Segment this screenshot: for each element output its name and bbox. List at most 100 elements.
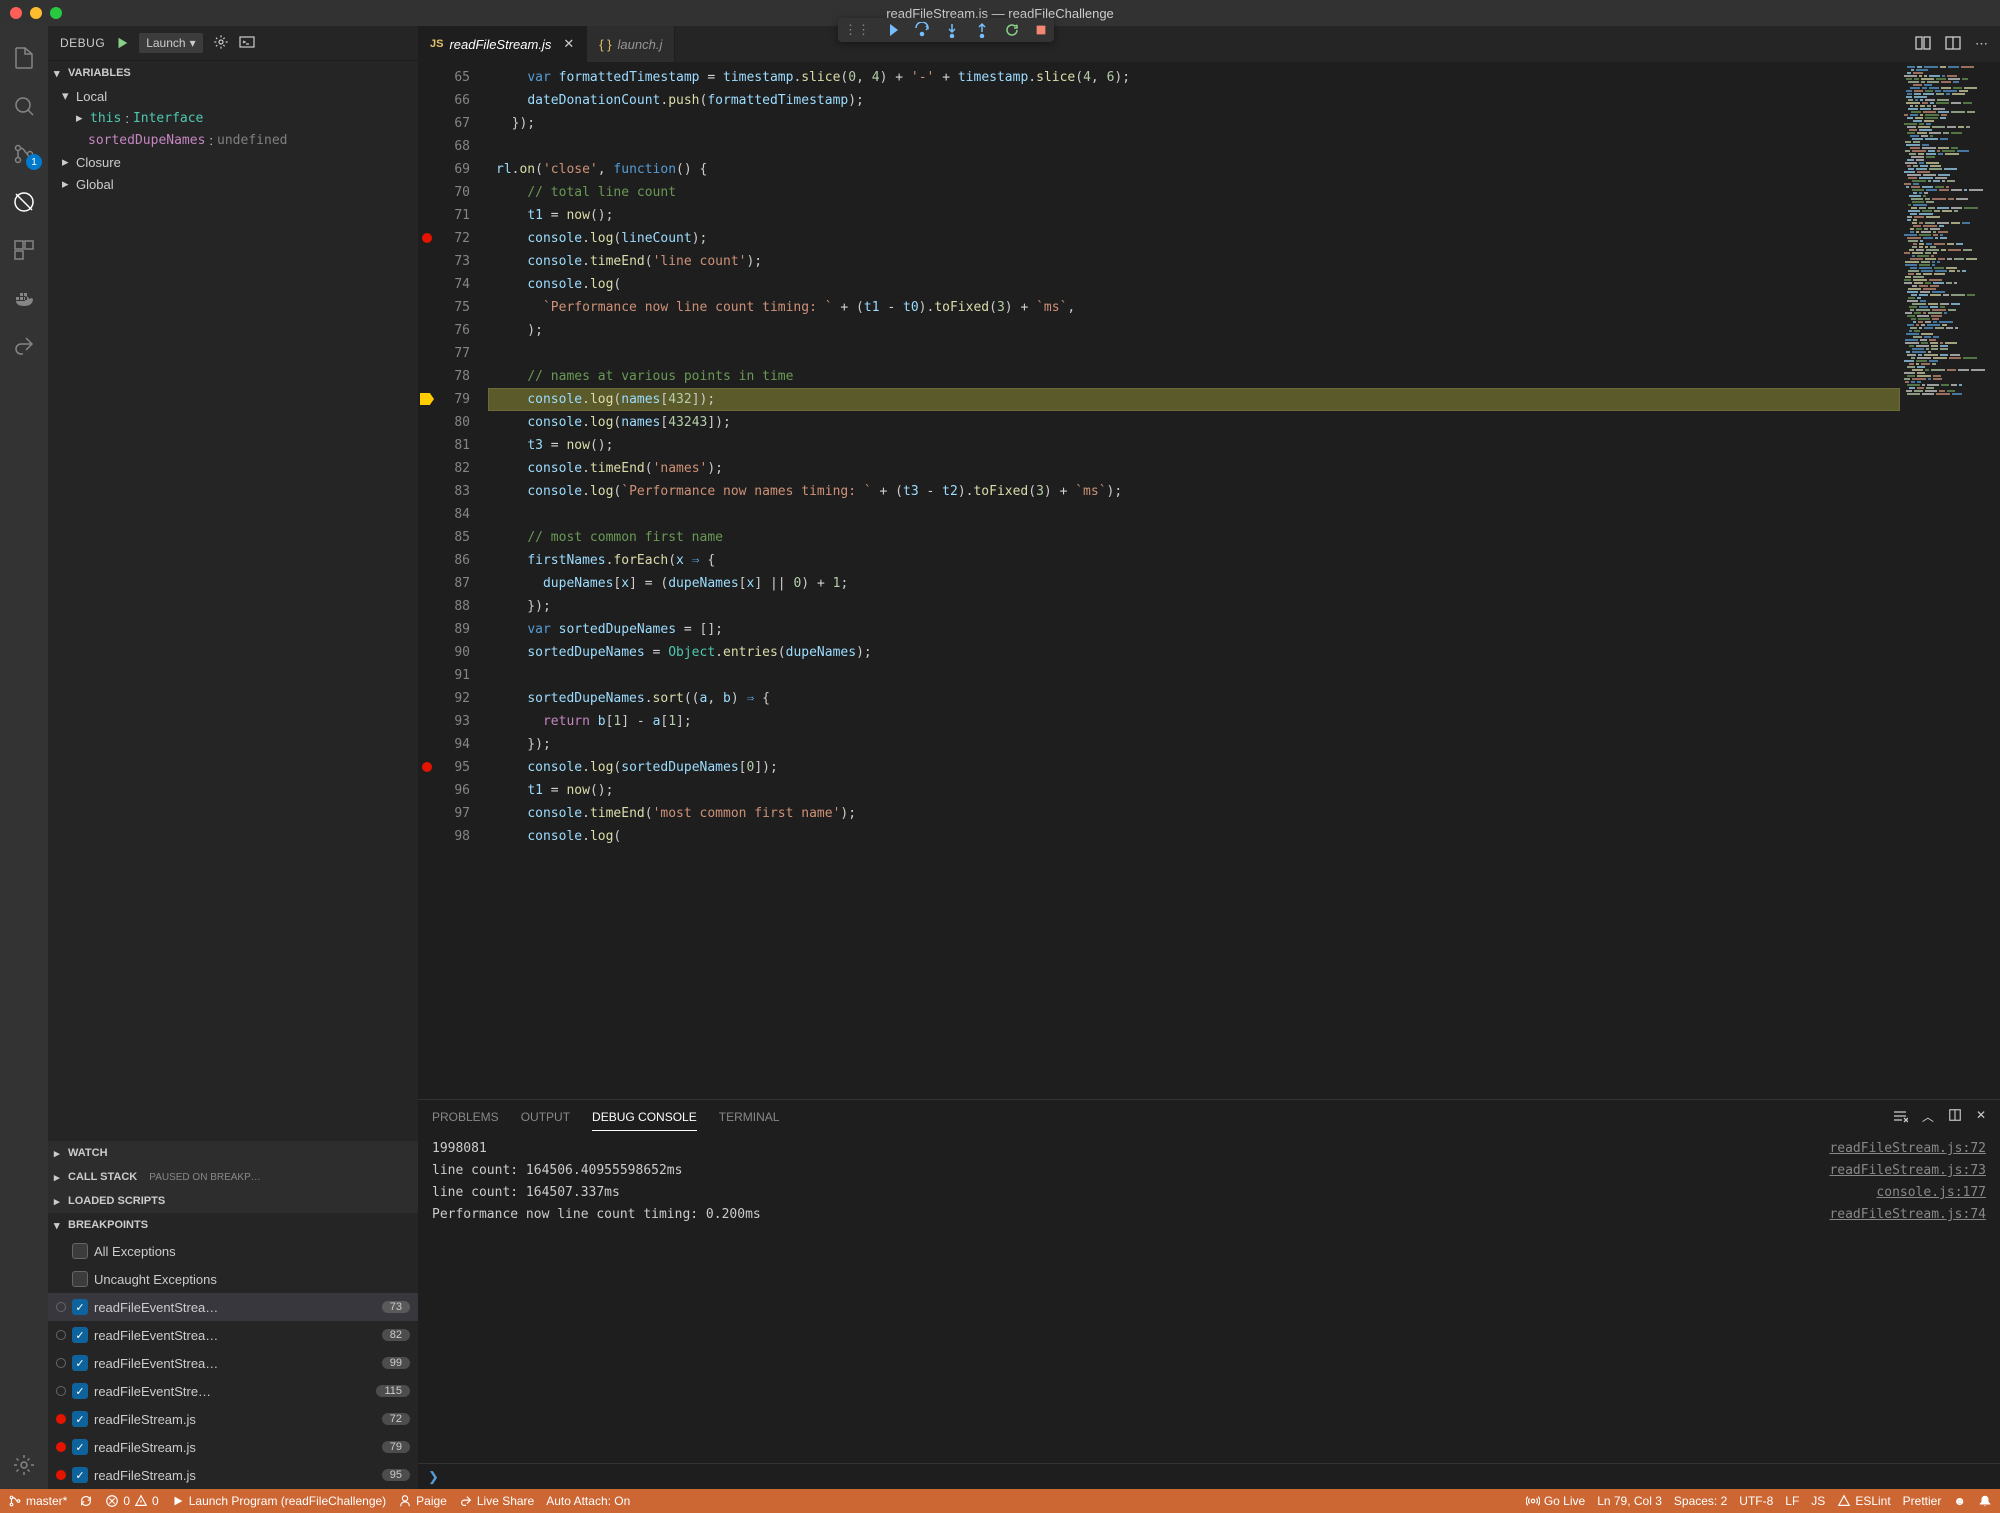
debug-console-icon[interactable]: [239, 34, 255, 53]
gutter-line[interactable]: 87: [418, 572, 470, 595]
step-over-icon[interactable]: [914, 22, 930, 38]
sb-launch[interactable]: Launch Program (readFileChallenge): [171, 1494, 386, 1508]
code-line[interactable]: });: [488, 733, 1900, 756]
code-line[interactable]: [488, 342, 1900, 365]
checkbox-icon[interactable]: ✓: [72, 1439, 88, 1455]
window-minimize[interactable]: [30, 7, 42, 19]
code-line[interactable]: console.log(names[432]);: [488, 388, 1900, 411]
code-editor[interactable]: 6566676869707172737475767778798081828384…: [418, 62, 2000, 1099]
sb-sync[interactable]: [79, 1494, 93, 1508]
gutter-line[interactable]: 95: [418, 756, 470, 779]
checkbox-icon[interactable]: ✓: [72, 1327, 88, 1343]
close-panel-icon[interactable]: ✕: [1976, 1108, 1986, 1127]
breakpoint-row[interactable]: ✓readFileEventStre…115: [48, 1377, 418, 1405]
restart-icon[interactable]: [1004, 22, 1020, 38]
activity-docker[interactable]: [0, 274, 48, 322]
code-line[interactable]: console.log(`Performance now names timin…: [488, 480, 1900, 503]
debug-config-select[interactable]: Launch ▾: [139, 33, 202, 53]
collapse-icon[interactable]: ︿: [1922, 1108, 1934, 1127]
code-line[interactable]: console.timeEnd('line count');: [488, 250, 1900, 273]
sb-auto-attach[interactable]: Auto Attach: On: [546, 1494, 630, 1508]
gutter-line[interactable]: 69: [418, 158, 470, 181]
gutter-line[interactable]: 81: [418, 434, 470, 457]
activity-debug[interactable]: [0, 178, 48, 226]
console-source-link[interactable]: readFileStream.js:72: [1829, 1138, 1986, 1160]
code-line[interactable]: console.log(: [488, 825, 1900, 848]
gutter-line[interactable]: 98: [418, 825, 470, 848]
sb-liveshare[interactable]: Live Share: [459, 1494, 534, 1508]
code-line[interactable]: );: [488, 319, 1900, 342]
code-line[interactable]: console.log(names[43243]);: [488, 411, 1900, 434]
sb-golive[interactable]: Go Live: [1526, 1494, 1585, 1508]
scope-closure[interactable]: ▸Closure: [48, 151, 418, 173]
breakpoint-row[interactable]: ✓readFileStream.js95: [48, 1461, 418, 1489]
split-editor-icon[interactable]: [1945, 35, 1961, 54]
continue-icon[interactable]: [884, 22, 900, 38]
code-line[interactable]: firstNames.forEach(x ⇒ {: [488, 549, 1900, 572]
gutter-line[interactable]: 80: [418, 411, 470, 434]
code-line[interactable]: // total line count: [488, 181, 1900, 204]
gutter-line[interactable]: 75: [418, 296, 470, 319]
code-line[interactable]: // most common first name: [488, 526, 1900, 549]
code-line[interactable]: return b[1] - a[1];: [488, 710, 1900, 733]
gutter-line[interactable]: 66: [418, 89, 470, 112]
clear-console-icon[interactable]: [1892, 1108, 1908, 1127]
gutter-line[interactable]: 76: [418, 319, 470, 342]
maximize-panel-icon[interactable]: [1948, 1108, 1962, 1127]
code-line[interactable]: sortedDupeNames.sort((a, b) ⇒ {: [488, 687, 1900, 710]
drag-grip-icon[interactable]: ⋮⋮: [844, 22, 870, 38]
gutter-line[interactable]: 97: [418, 802, 470, 825]
scope-local[interactable]: ▾Local: [48, 85, 418, 107]
watch-section-header[interactable]: ▸WATCH: [48, 1141, 418, 1165]
gutter-line[interactable]: 72: [418, 227, 470, 250]
code-line[interactable]: });: [488, 595, 1900, 618]
compare-icon[interactable]: [1915, 35, 1931, 54]
gutter-line[interactable]: 73: [418, 250, 470, 273]
sb-lang[interactable]: JS: [1811, 1494, 1825, 1508]
code-line[interactable]: dupeNames[x] = (dupeNames[x] || 0) + 1;: [488, 572, 1900, 595]
current-breakpoint-icon[interactable]: [420, 393, 434, 405]
activity-extensions[interactable]: [0, 226, 48, 274]
code-line[interactable]: dateDonationCount.push(formattedTimestam…: [488, 89, 1900, 112]
breakpoint-special-row[interactable]: All Exceptions: [48, 1237, 418, 1265]
gutter-line[interactable]: 86: [418, 549, 470, 572]
code-line[interactable]: [488, 664, 1900, 687]
gutter-line[interactable]: 78: [418, 365, 470, 388]
code-line[interactable]: rl.on('close', function() {: [488, 158, 1900, 181]
breakpoint-row[interactable]: ✓readFileStream.js79: [48, 1433, 418, 1461]
panel-tab-terminal[interactable]: TERMINAL: [719, 1104, 780, 1130]
breakpoint-row[interactable]: ✓readFileEventStrea…82: [48, 1321, 418, 1349]
code-line[interactable]: t1 = now();: [488, 204, 1900, 227]
console-source-link[interactable]: readFileStream.js:74: [1829, 1204, 1986, 1226]
gutter-line[interactable]: 65: [418, 66, 470, 89]
step-into-icon[interactable]: [944, 22, 960, 38]
code-line[interactable]: console.log(lineCount);: [488, 227, 1900, 250]
gutter-line[interactable]: 83: [418, 480, 470, 503]
sb-eslint[interactable]: ESLint: [1837, 1494, 1890, 1508]
breakpoint-row[interactable]: ✓readFileEventStrea…99: [48, 1349, 418, 1377]
checkbox-icon[interactable]: ✓: [72, 1299, 88, 1315]
sb-user[interactable]: Paige: [398, 1494, 447, 1508]
sb-cursor-pos[interactable]: Ln 79, Col 3: [1597, 1494, 1662, 1508]
tab-close-icon[interactable]: ✕: [563, 36, 574, 52]
code-line[interactable]: console.timeEnd('names');: [488, 457, 1900, 480]
checkbox-icon[interactable]: ✓: [72, 1411, 88, 1427]
breakpoint-special-row[interactable]: Uncaught Exceptions: [48, 1265, 418, 1293]
checkbox-icon[interactable]: ✓: [72, 1355, 88, 1371]
code-line[interactable]: var sortedDupeNames = [];: [488, 618, 1900, 641]
activity-settings[interactable]: [0, 1441, 48, 1489]
code-line[interactable]: [488, 135, 1900, 158]
activity-liveshare[interactable]: [0, 322, 48, 370]
gutter-line[interactable]: 91: [418, 664, 470, 687]
sb-bell-icon[interactable]: [1978, 1494, 1992, 1508]
gutter-line[interactable]: 70: [418, 181, 470, 204]
breakpoint-row[interactable]: ✓readFileStream.js72: [48, 1405, 418, 1433]
gutter-line[interactable]: 85: [418, 526, 470, 549]
settings-gear-icon[interactable]: [213, 34, 229, 53]
gutter-line[interactable]: 79: [418, 388, 470, 411]
code-line[interactable]: console.log(: [488, 273, 1900, 296]
checkbox-icon[interactable]: ✓: [72, 1383, 88, 1399]
panel-tab-output[interactable]: OUTPUT: [521, 1104, 570, 1130]
gutter-line[interactable]: 77: [418, 342, 470, 365]
gutter-line[interactable]: 82: [418, 457, 470, 480]
